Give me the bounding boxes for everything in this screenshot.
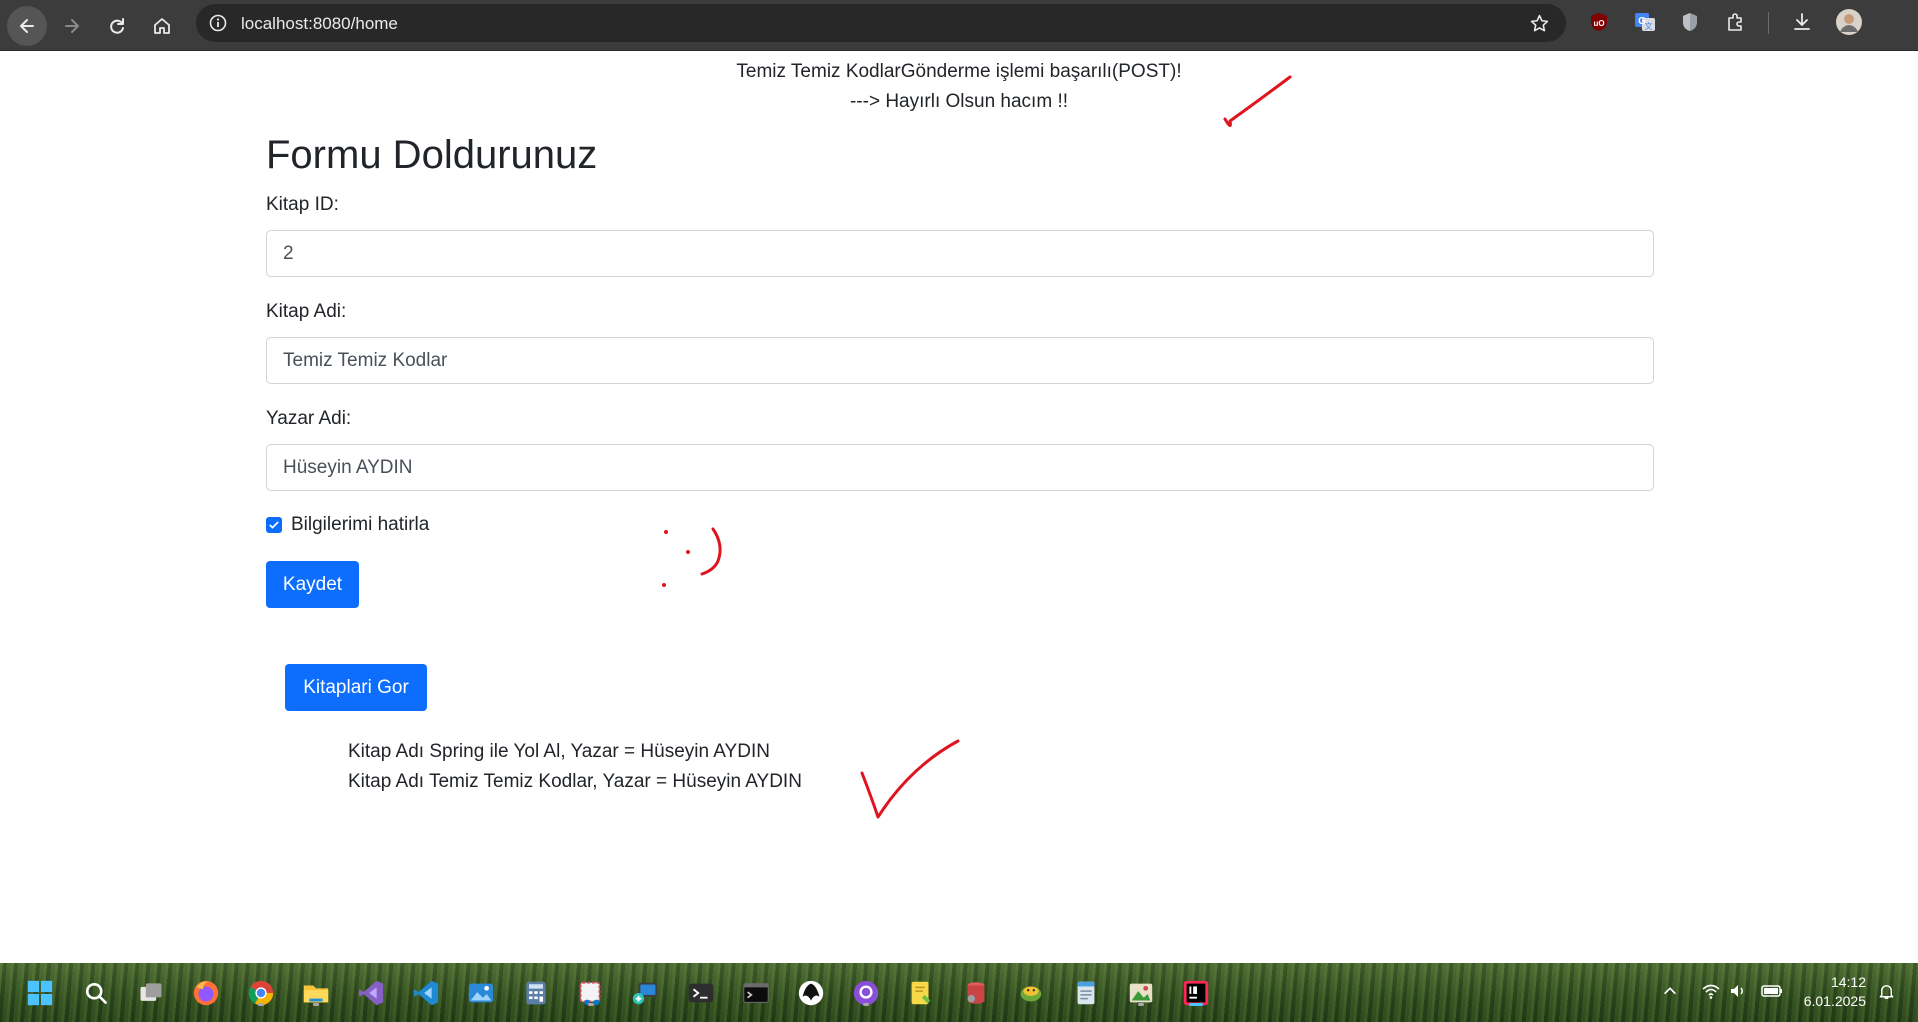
battery-icon[interactable]	[1760, 981, 1784, 1001]
checkmark-annotation-bottom	[860, 739, 960, 819]
url-text[interactable]: localhost:8080/home	[241, 14, 398, 34]
success-line-1: Temiz Temiz KodlarGönderme işlemi başarı…	[736, 61, 1182, 82]
back-arrow-icon	[20, 19, 34, 33]
running-indicator	[1189, 1003, 1203, 1006]
success-message: Temiz Temiz KodlarGönderme işlemi başarı…	[0, 57, 1918, 117]
dot-annotation	[686, 550, 690, 554]
inkscape-icon[interactable]	[795, 977, 827, 1009]
search-icon[interactable]	[80, 977, 112, 1009]
home-icon	[154, 18, 170, 34]
reload-icon	[110, 18, 124, 34]
toolbar-separator	[1768, 12, 1769, 34]
clock-date: 6.01.2025	[1803, 993, 1866, 1009]
wifi-icon[interactable]	[1701, 981, 1721, 1001]
page-content: Temiz Temiz KodlarGönderme işlemi başarı…	[0, 51, 1918, 963]
book-list: Kitap Adı Spring ile Yol Al, Yazar = Hüs…	[348, 737, 802, 797]
bookmark-star-icon[interactable]	[1529, 13, 1550, 34]
remember-row: Bilgilerimi hatirla	[266, 514, 429, 536]
running-indicator	[313, 1003, 319, 1006]
svg-text:uO: uO	[1593, 19, 1604, 28]
windows-taskbar: 14:12 6.01.2025	[0, 963, 1918, 1022]
visual-studio-icon[interactable]	[355, 977, 387, 1009]
author-name-input[interactable]	[266, 444, 1654, 491]
start-icon[interactable]	[24, 977, 56, 1009]
file-explorer-icon[interactable]	[300, 977, 332, 1009]
dot-annotation	[662, 583, 666, 587]
dot-annotation	[664, 530, 668, 534]
site-info-icon[interactable]	[208, 13, 228, 33]
extensions-puzzle-icon[interactable]	[1725, 11, 1747, 33]
vscode-icon[interactable]	[410, 977, 442, 1009]
clock-time: 14:12	[1830, 974, 1866, 990]
volume-icon[interactable]	[1728, 981, 1748, 1001]
address-bar[interactable]: localhost:8080/home	[196, 4, 1566, 42]
list-item: Kitap Adı Temiz Temiz Kodlar, Yazar = Hü…	[348, 771, 802, 792]
task-view-icon[interactable]	[135, 977, 167, 1009]
home-button[interactable]	[142, 6, 182, 46]
reload-button[interactable]	[97, 6, 137, 46]
book-name-label: Kitap Adi:	[266, 301, 347, 322]
remote-desktop-icon[interactable]	[630, 977, 662, 1009]
remember-checkbox[interactable]	[266, 517, 282, 533]
intellij-icon[interactable]	[1180, 977, 1212, 1009]
book-name-input[interactable]	[266, 337, 1654, 384]
running-indicator	[258, 1003, 264, 1006]
snipping-tool-icon[interactable]	[575, 977, 607, 1009]
list-item: Kitap Adı Spring ile Yol Al, Yazar = Hüs…	[348, 741, 770, 762]
wallpaper-grass	[0, 963, 1918, 1022]
running-indicator	[1138, 1003, 1144, 1006]
author-name-label: Yazar Adi:	[266, 408, 352, 429]
book-id-label: Kitap ID:	[266, 194, 339, 215]
ublock-icon[interactable]: uO	[1588, 11, 1610, 33]
running-indicator	[863, 1003, 869, 1006]
forward-button[interactable]	[52, 6, 92, 46]
notes-icon[interactable]	[905, 977, 937, 1009]
forward-arrow-icon	[65, 19, 79, 33]
back-button[interactable]	[7, 6, 47, 46]
notification-bell-icon[interactable]	[1876, 981, 1896, 1001]
success-line-2: ---> Hayırlı Olsun hacım !!	[849, 91, 1069, 112]
show-hidden-icons-chevron-icon[interactable]	[1660, 981, 1680, 1001]
terminal-icon[interactable]	[685, 977, 717, 1009]
view-books-button[interactable]: Kitaplari Gor	[285, 664, 427, 711]
remember-label[interactable]: Bilgilerimi hatirla	[291, 514, 429, 536]
download-icon[interactable]	[1791, 11, 1813, 33]
checkmark-icon	[269, 521, 279, 529]
photos-icon[interactable]	[465, 977, 497, 1009]
database-icon[interactable]	[960, 977, 992, 1009]
running-indicator	[588, 1003, 594, 1006]
arc-annotation	[700, 527, 722, 576]
handwritten-annotations	[662, 75, 1292, 819]
google-translate-icon[interactable]: G文	[1634, 11, 1656, 33]
chrome-icon[interactable]	[245, 977, 277, 1009]
profile-avatar[interactable]	[1836, 9, 1862, 35]
notepad-icon[interactable]	[1070, 977, 1102, 1009]
form-title: Formu Doldurunuz	[266, 133, 598, 177]
browser-toolbar: localhost:8080/home uO G文	[0, 0, 1918, 51]
image-editor-icon[interactable]	[1125, 977, 1157, 1009]
svg-text:文: 文	[1645, 21, 1653, 31]
book-id-input[interactable]	[266, 230, 1654, 277]
github-desktop-icon[interactable]	[850, 977, 882, 1009]
shield-extension-icon[interactable]	[1679, 11, 1701, 33]
system-clock[interactable]: 14:12 6.01.2025	[1804, 973, 1866, 1011]
cmd-icon[interactable]	[740, 977, 772, 1009]
python-icon[interactable]	[1015, 977, 1047, 1009]
calculator-icon[interactable]	[520, 977, 552, 1009]
firefox-icon[interactable]	[190, 977, 222, 1009]
save-button[interactable]: Kaydet	[266, 561, 359, 608]
